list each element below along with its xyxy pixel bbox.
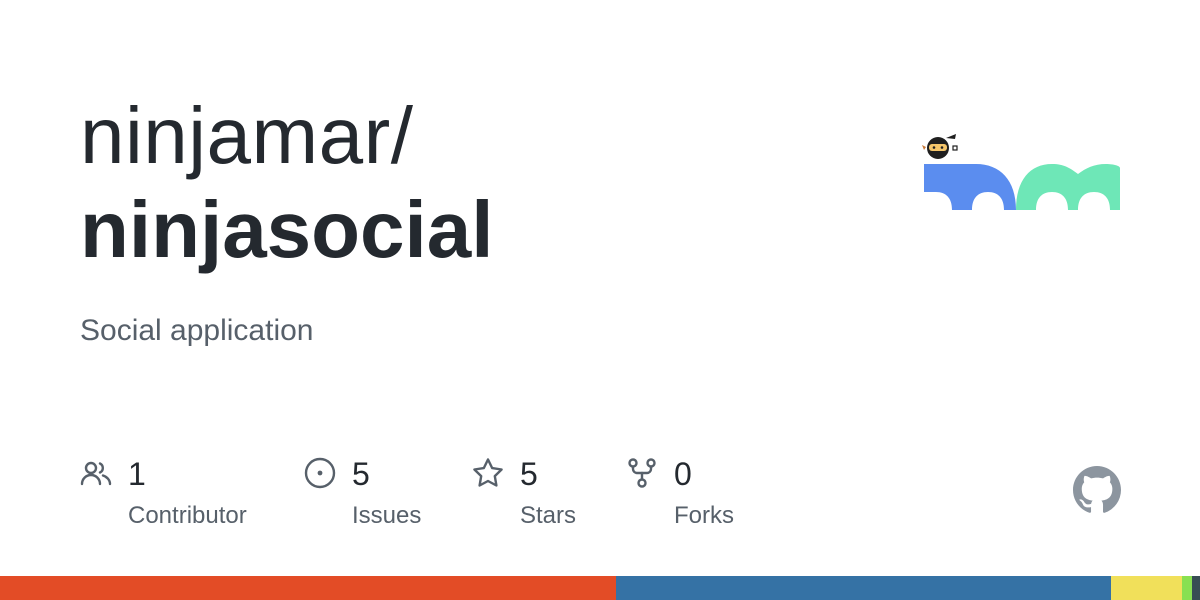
issue-opened-icon (304, 457, 336, 489)
star-icon (473, 458, 503, 487)
logo-blue-arch (924, 164, 1016, 210)
stat-count: 5 (352, 456, 370, 492)
language-segment (1181, 576, 1192, 600)
repo-forked-icon (628, 458, 656, 488)
stat-label: Forks (674, 502, 734, 529)
language-bar (0, 576, 1200, 600)
stat-label: Contributor (128, 502, 247, 529)
stat-count: 5 (520, 456, 538, 492)
language-segment (0, 576, 616, 600)
stat-count: 0 (674, 456, 692, 492)
stat-label: Issues (352, 502, 422, 529)
github-octocat-icon[interactable] (1073, 466, 1121, 514)
repo-name[interactable]: ninjasocial (80, 182, 493, 278)
repo-description: Social application (80, 314, 314, 347)
ninja-headband-tail (946, 134, 956, 139)
people-icon (80, 461, 112, 486)
ninja-eye-band (929, 144, 947, 151)
repo-owner[interactable]: ninjamar/ (80, 88, 414, 184)
ninja-mascot-logo (922, 134, 1120, 210)
language-segment (1111, 576, 1182, 600)
language-segment (615, 576, 1112, 600)
stat-label: Stars (520, 502, 577, 529)
language-segment (1191, 576, 1200, 600)
logo-green-arch (1016, 164, 1120, 210)
stat-count: 1 (128, 456, 146, 492)
